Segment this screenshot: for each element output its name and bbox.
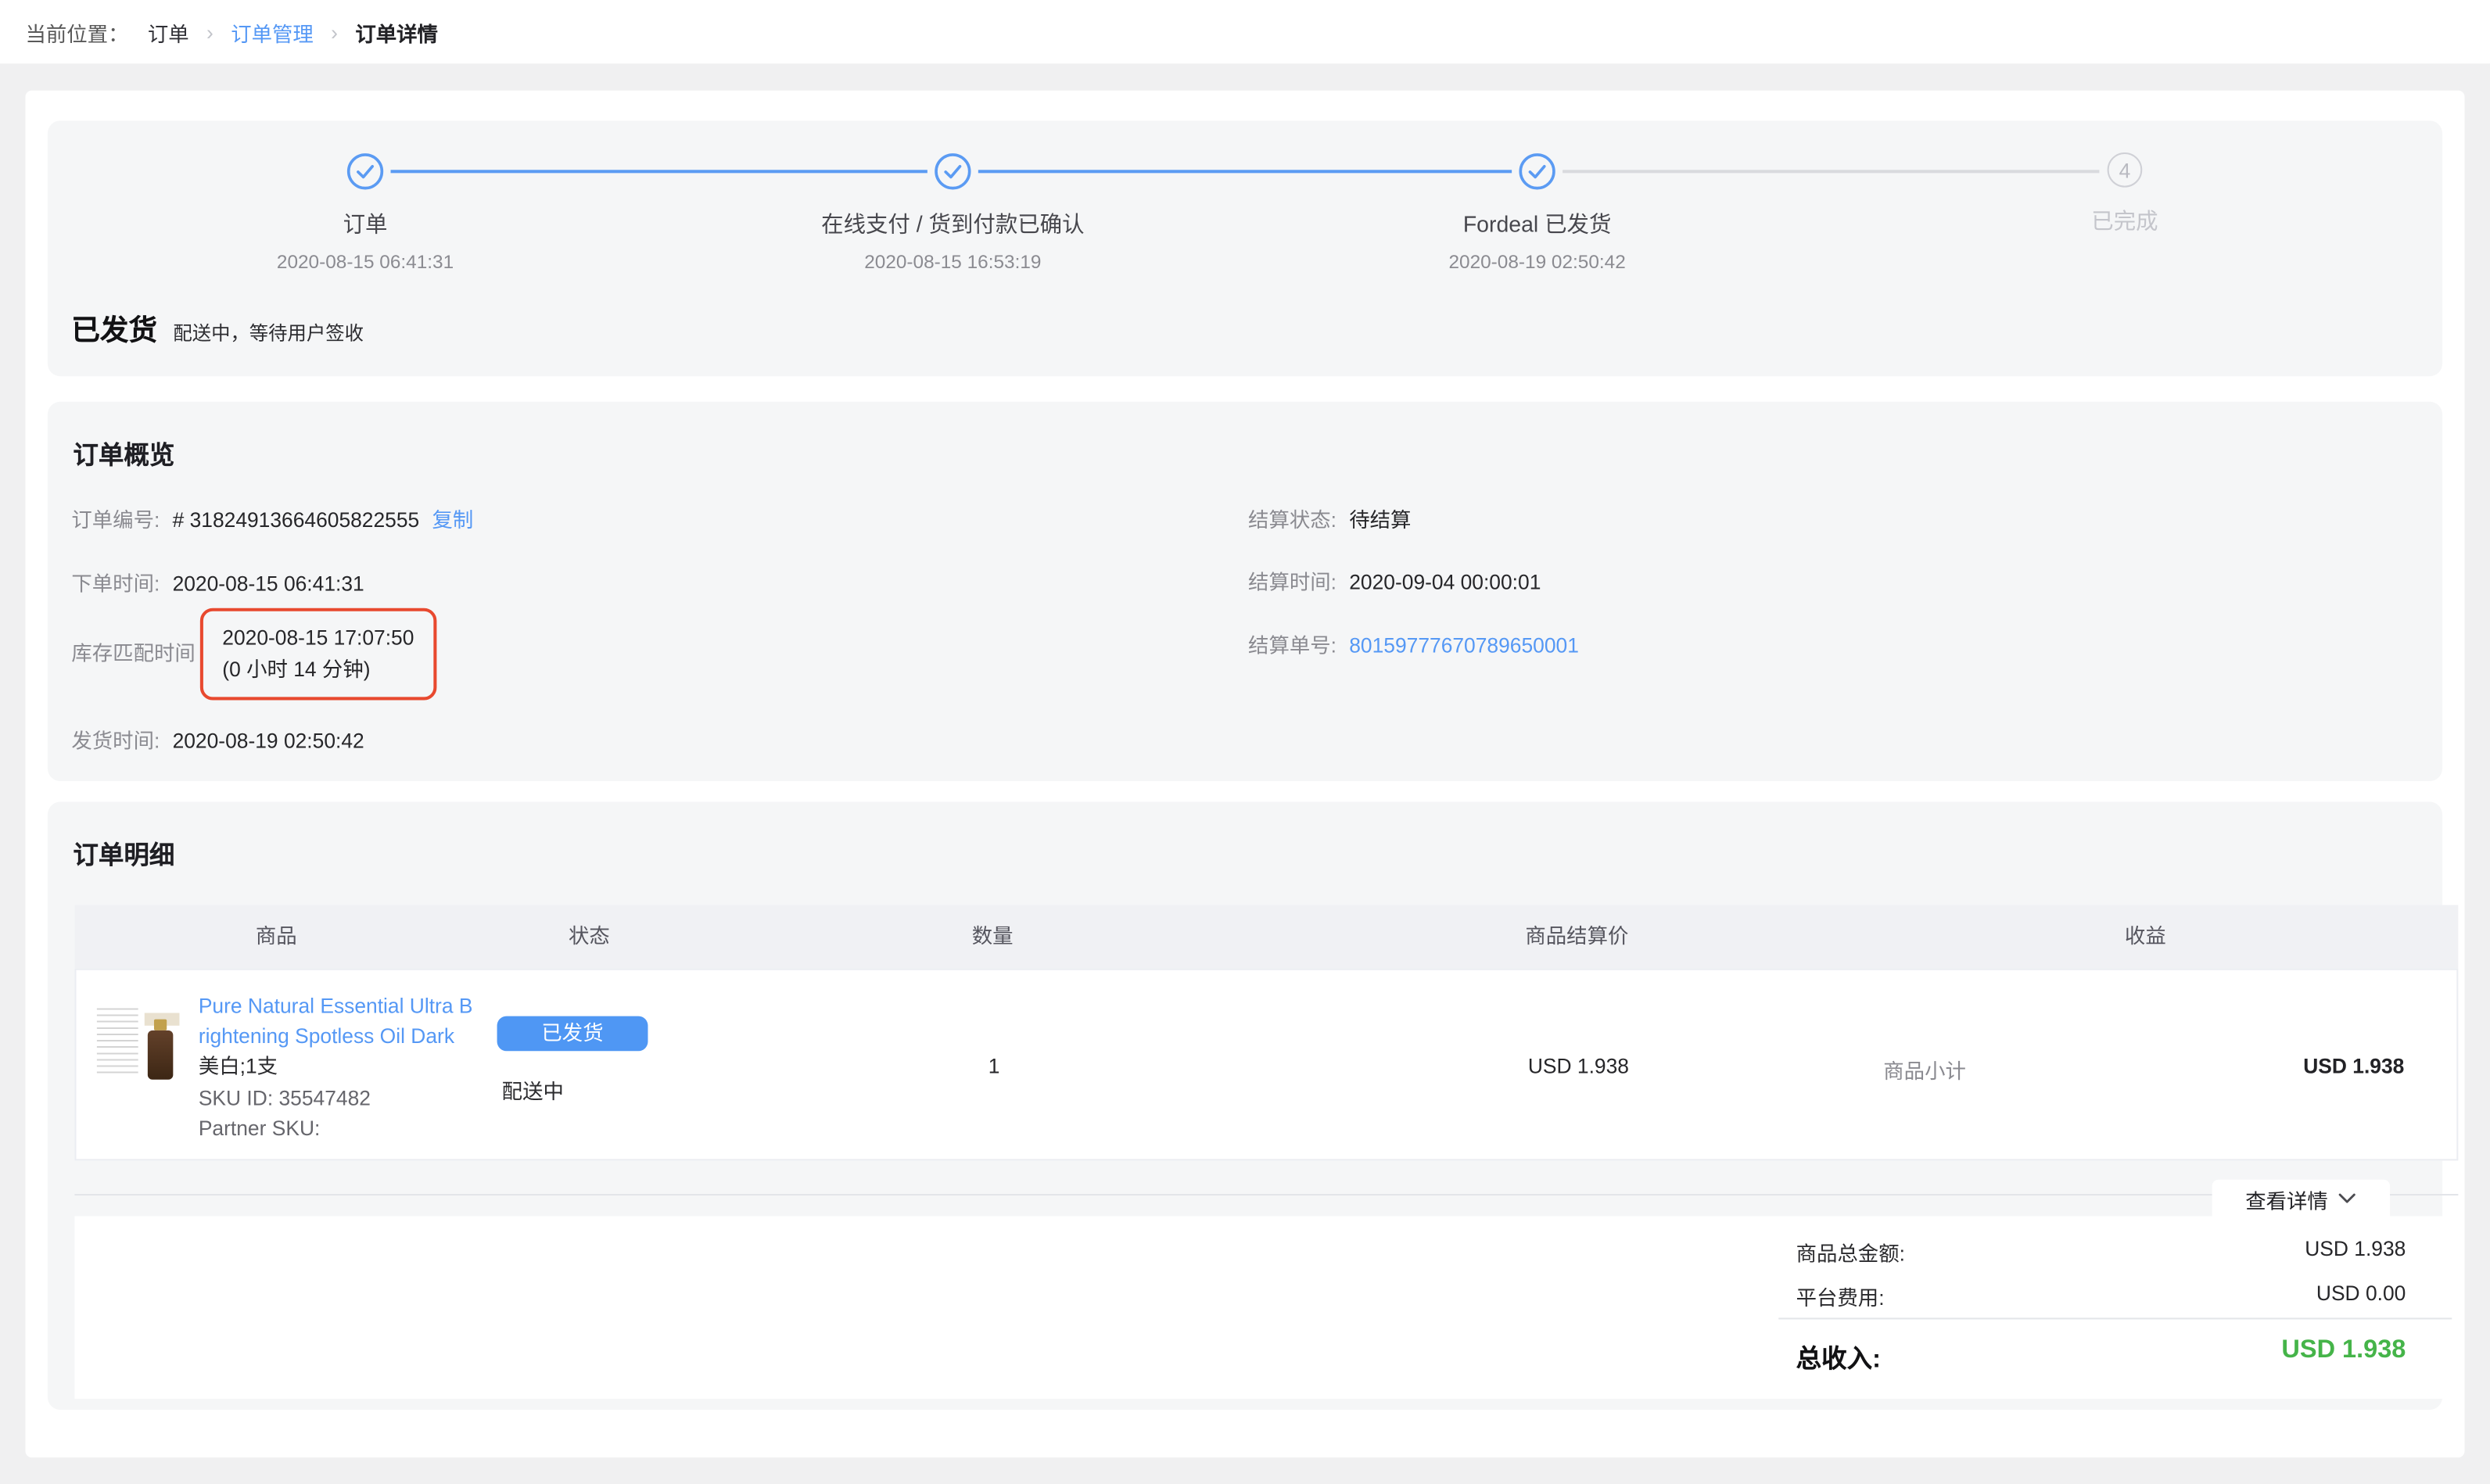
step-order-created: 订单 2020-08-15 06:41:31	[111, 152, 619, 273]
order-details-panel: 订单明细 商品 状态 数量 商品结算价 收益 Pure Natural Esse…	[48, 801, 2442, 1410]
check-circle-icon	[1518, 152, 1556, 191]
product-spec: 美白;1支	[199, 1052, 475, 1082]
step-label: 在线支付 / 货到付款已确认	[698, 208, 1207, 240]
platform-fee-value: USD 0.00	[2316, 1281, 2406, 1305]
column-header-product: 商品	[256, 905, 297, 968]
product-sku: SKU ID: 35547482	[199, 1084, 475, 1113]
settle-number-row: 结算单号: 80159777670789650001	[1248, 629, 1579, 659]
subtotal-label: 商品小计	[1883, 1054, 1966, 1084]
step-completed: 4 已完成	[1871, 152, 2379, 237]
chevron-right-icon: ›	[206, 20, 213, 43]
total-income-value: USD 1.938	[2281, 1337, 2406, 1366]
stock-match-time-value: 2020-08-15 17:07:50	[222, 622, 414, 654]
stock-match-time-label: 库存匹配时间	[71, 636, 195, 667]
product-partner-sku: Partner SKU:	[199, 1114, 475, 1144]
view-detail-button[interactable]: 查看详情	[2212, 1180, 2390, 1218]
order-overview-panel: 订单概览 订单编号: # 31824913664605822555 复制 下单时…	[48, 402, 2442, 781]
step-label: 已完成	[1871, 205, 2379, 237]
subtotal-value: USD 1.938	[2303, 1054, 2404, 1077]
settle-number-label: 结算单号:	[1248, 629, 1336, 659]
step-number-circle-icon: 4	[2108, 152, 2143, 188]
product-info: Pure Natural Essential Ultra Brightening…	[199, 992, 475, 1144]
table-row: Pure Natural Essential Ultra Brightening…	[74, 969, 2458, 1161]
breadcrumb-item-order-detail: 订单详情	[355, 16, 438, 47]
step-time: 2020-08-19 02:50:42	[1283, 251, 1792, 273]
settle-price-cell: USD 1.938	[1528, 1054, 1629, 1077]
step-shipped: Fordeal 已发货 2020-08-19 02:50:42	[1283, 152, 1792, 273]
order-number-value: # 31824913664605822555	[173, 508, 420, 532]
chevron-down-icon	[2338, 1192, 2356, 1205]
step-time: 2020-08-15 06:41:31	[111, 251, 619, 273]
product-image	[92, 998, 185, 1084]
breadcrumb-item-order-management[interactable]: 订单管理	[231, 16, 314, 47]
platform-fee-label: 平台费用:	[1796, 1281, 1885, 1312]
ship-time-row: 发货时间: 2020-08-19 02:50:42	[71, 724, 364, 755]
ship-time-label: 发货时间:	[71, 724, 160, 755]
settle-status-row: 结算状态: 待结算	[1248, 504, 1411, 534]
column-header-settle-price: 商品结算价	[1525, 905, 1628, 968]
breadcrumb: 当前位置： 订单 › 订单管理 › 订单详情	[0, 0, 2490, 63]
summary-box: 商品总金额: USD 1.938 平台费用: USD 0.00 总收入: USD…	[74, 1216, 2458, 1399]
divider	[74, 1194, 2458, 1195]
product-title-link[interactable]: Pure Natural Essential Ultra Brightening…	[199, 992, 475, 1051]
step-label: 订单	[111, 208, 619, 240]
settle-time-label: 结算时间:	[1248, 565, 1336, 596]
product-image-bottle	[148, 1031, 173, 1080]
divider	[1778, 1317, 2452, 1319]
order-time-row: 下单时间: 2020-08-15 06:41:31	[71, 567, 364, 597]
status-badge: 已发货	[497, 1016, 648, 1052]
step-label: Fordeal 已发货	[1283, 208, 1792, 240]
chevron-right-icon: ›	[331, 20, 338, 43]
goods-total-value: USD 1.938	[2305, 1237, 2406, 1260]
order-status-desc: 配送中，等待用户签收	[173, 319, 364, 346]
order-status: 已发货 配送中，等待用户签收	[71, 308, 364, 349]
settle-time-value: 2020-09-04 00:00:01	[1349, 570, 1541, 593]
order-status-title: 已发货	[71, 308, 157, 349]
column-header-status: 状态	[569, 905, 610, 968]
settle-status-value: 待结算	[1349, 504, 1411, 534]
step-payment-confirmed: 在线支付 / 货到付款已确认 2020-08-15 16:53:19	[698, 152, 1207, 273]
order-time-label: 下单时间:	[71, 567, 160, 597]
breadcrumb-prefix: 当前位置：	[25, 16, 128, 47]
order-detail-page: 当前位置： 订单 › 订单管理 › 订单详情 订单 2020-08-15 06:…	[0, 0, 2490, 1484]
settle-time-row: 结算时间: 2020-09-04 00:00:01	[1248, 565, 1541, 596]
stock-match-duration: (0 小时 14 分钟)	[222, 654, 414, 686]
progress-panel: 订单 2020-08-15 06:41:31 在线支付 / 货到付款已确认 20…	[48, 120, 2442, 376]
order-number-label: 订单编号:	[71, 504, 160, 534]
check-circle-icon	[346, 152, 385, 191]
stock-match-time-annotation-box: 2020-08-15 17:07:50 (0 小时 14 分钟)	[200, 608, 436, 701]
details-heading: 订单明细	[73, 833, 174, 872]
check-circle-icon	[934, 152, 972, 191]
view-detail-label: 查看详情	[2245, 1184, 2328, 1214]
copy-order-number-link[interactable]: 复制	[432, 504, 473, 534]
step-time: 2020-08-15 16:53:19	[698, 251, 1207, 273]
order-number-row: 订单编号: # 31824913664605822555 复制	[71, 504, 473, 534]
breadcrumb-item-orders[interactable]: 订单	[148, 16, 189, 47]
status-sub-text: 配送中	[502, 1075, 564, 1106]
column-header-quantity: 数量	[972, 905, 1014, 968]
goods-total-label: 商品总金额:	[1796, 1237, 1905, 1267]
order-time-value: 2020-08-15 06:41:31	[173, 572, 364, 595]
overview-heading: 订单概览	[73, 433, 174, 471]
quantity-cell: 1	[988, 1054, 1000, 1077]
total-income-label: 总收入:	[1796, 1337, 1881, 1375]
table-header: 商品 状态 数量 商品结算价 收益	[74, 905, 2458, 968]
settle-status-label: 结算状态:	[1248, 504, 1336, 534]
column-header-profit: 收益	[2125, 905, 2166, 968]
settle-number-link[interactable]: 80159777670789650001	[1349, 633, 1579, 657]
order-detail-card: 订单 2020-08-15 06:41:31 在线支付 / 货到付款已确认 20…	[25, 91, 2464, 1457]
product-image-text	[97, 1008, 138, 1074]
product-image-bottle-cap	[154, 1020, 167, 1031]
ship-time-value: 2020-08-19 02:50:42	[173, 729, 364, 752]
